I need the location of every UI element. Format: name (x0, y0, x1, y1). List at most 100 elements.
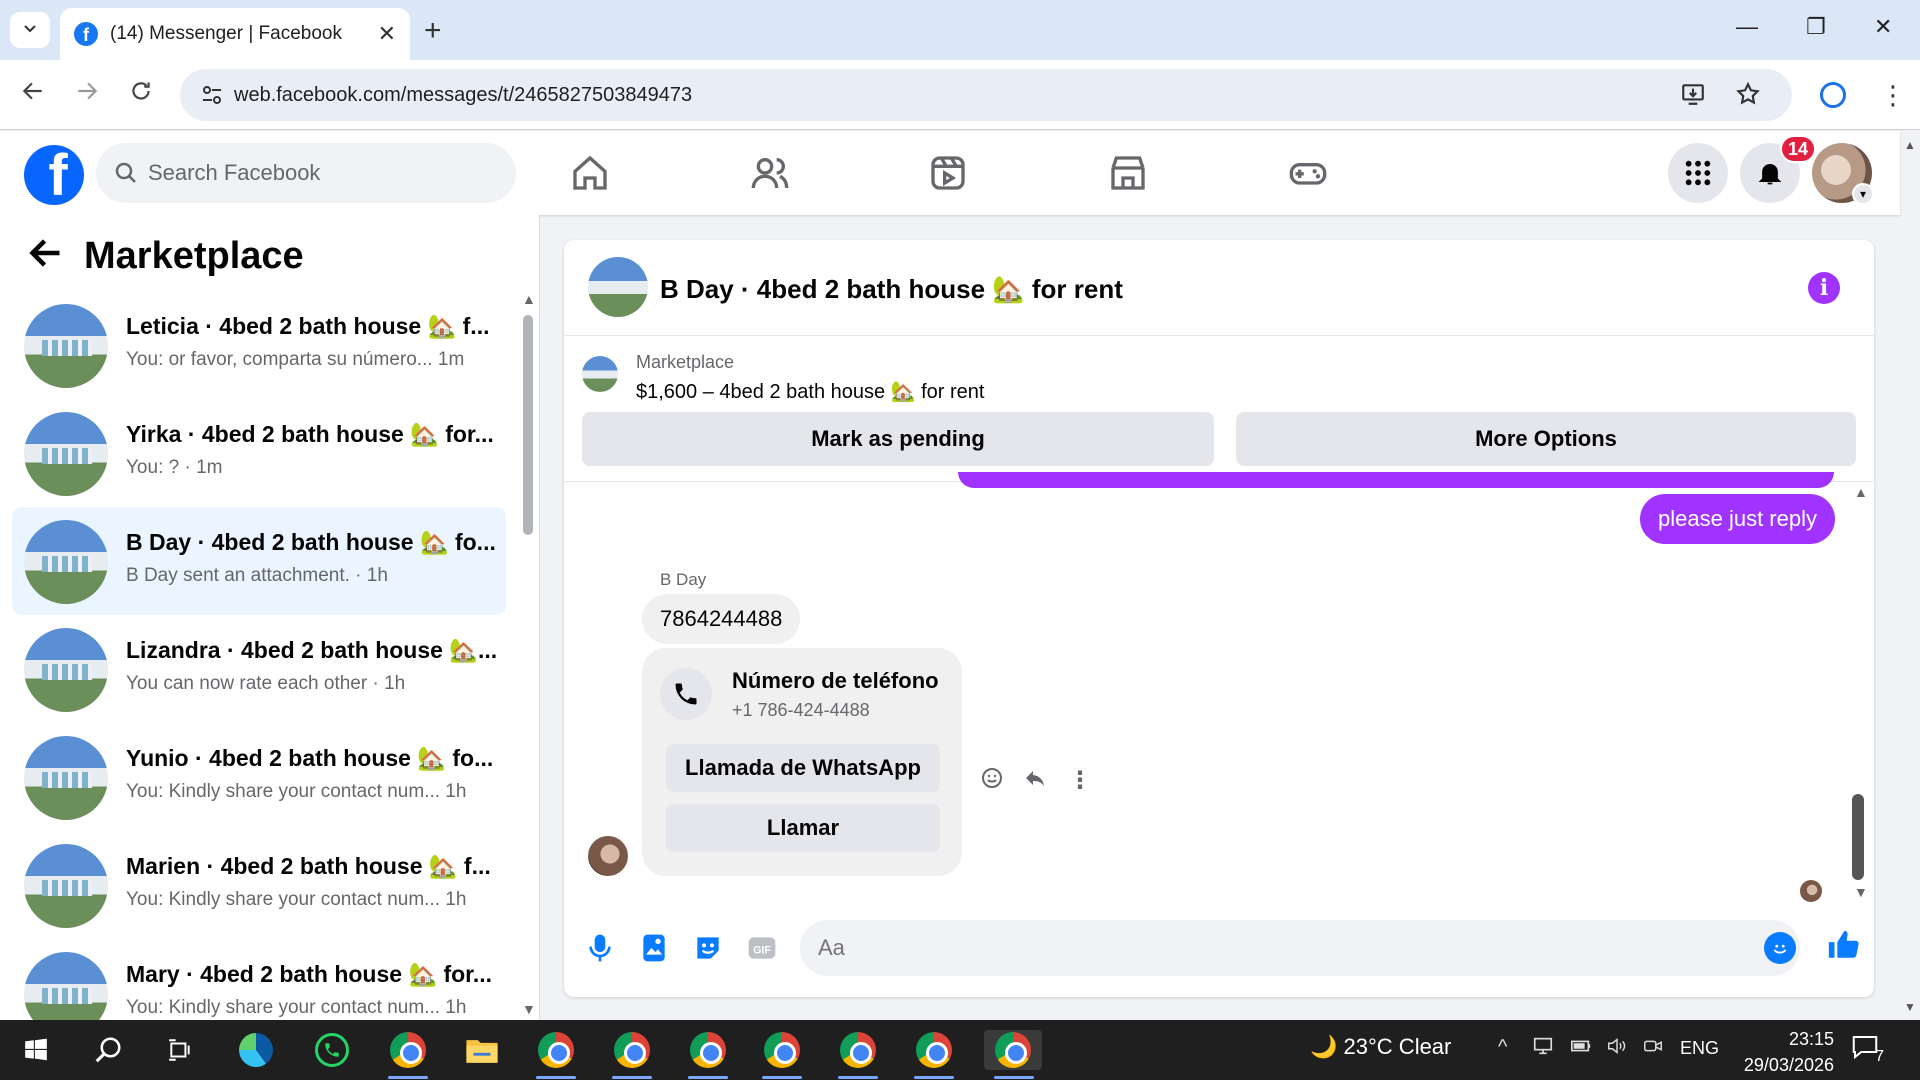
sender-avatar[interactable] (588, 836, 628, 876)
chrome-app[interactable] (688, 1030, 728, 1070)
address-bar[interactable]: web.facebook.com/messages/t/246582750384… (180, 69, 1792, 121)
conversation-item[interactable]: Lizandra · 4bed 2 bath house 🏡... You ca… (12, 615, 506, 723)
conversation-name: B Day · 4bed 2 bath house 🏡 fo... (126, 529, 496, 555)
facebook-logo[interactable]: f (24, 145, 84, 205)
listing-thumbnail (24, 736, 108, 820)
chrome-app[interactable] (536, 1030, 576, 1070)
restore-button[interactable]: ❐ (1806, 14, 1826, 40)
message-scrollbar[interactable] (1852, 794, 1864, 880)
emoji-icon[interactable] (1764, 932, 1796, 964)
sender-name: B Day (660, 570, 707, 589)
listing-thumbnail[interactable] (582, 356, 618, 392)
chat-panel: B Day · 4bed 2 bath house 🏡 for rent i M… (564, 240, 1874, 997)
close-window-button[interactable]: ✕ (1874, 14, 1892, 40)
home-icon[interactable] (570, 153, 610, 193)
edge-app[interactable] (236, 1030, 276, 1070)
listing-thumbnail (24, 412, 108, 496)
install-app-icon[interactable] (1680, 81, 1706, 114)
conversation-item[interactable]: Yunio · 4bed 2 bath house 🏡 fo... You: K… (12, 723, 506, 831)
new-tab-button[interactable]: + (424, 14, 442, 48)
browser-profile-icon[interactable] (1820, 82, 1846, 108)
scroll-up-arrow[interactable]: ▲ (1854, 484, 1868, 500)
chevron-up-icon[interactable]: ^ (1498, 1036, 1507, 1059)
weather-widget[interactable]: 🌙 23°C Clear (1310, 1034, 1451, 1060)
conversation-item-active[interactable]: B Day · 4bed 2 bath house 🏡 fo... B Day … (12, 507, 506, 615)
chrome-app[interactable] (612, 1030, 652, 1070)
conversation-item[interactable]: Yirka · 4bed 2 bath house 🏡 for... You: … (12, 399, 506, 507)
volume-icon[interactable] (1606, 1036, 1628, 1062)
reload-button[interactable] (128, 78, 154, 111)
search-icon (115, 162, 136, 183)
listing-thumbnail (24, 520, 108, 604)
page-scroll-down-arrow[interactable]: ▼ (1904, 1000, 1916, 1014)
forward-button[interactable] (74, 78, 100, 111)
scroll-down-arrow[interactable]: ▼ (1854, 884, 1868, 900)
search-button[interactable] (88, 1030, 128, 1070)
marketplace-icon[interactable] (1108, 153, 1148, 193)
conversation-item[interactable]: Leticia · 4bed 2 bath house 🏡 f... You: … (12, 291, 506, 399)
message-input[interactable] (800, 920, 1800, 976)
chevron-down-icon[interactable]: ▾ (1852, 183, 1874, 205)
chrome-app[interactable] (762, 1030, 802, 1070)
whatsapp-app[interactable] (312, 1030, 352, 1070)
chrome-app[interactable] (388, 1030, 428, 1070)
language-indicator[interactable]: ENG (1680, 1038, 1719, 1059)
site-info-icon[interactable] (200, 83, 224, 107)
gaming-icon[interactable] (1288, 153, 1328, 193)
gif-icon[interactable]: GIF (746, 932, 778, 964)
microphone-icon[interactable] (584, 932, 616, 964)
sidebar-title: Marketplace (84, 235, 304, 277)
notification-center[interactable]: 7 (1850, 1032, 1884, 1066)
bookmark-star-icon[interactable] (1735, 81, 1761, 114)
meet-now-icon[interactable] (1642, 1036, 1664, 1062)
chrome-app[interactable] (914, 1030, 954, 1070)
thumbs-up-icon[interactable] (1826, 928, 1860, 971)
conversation-item[interactable]: Marien · 4bed 2 bath house 🏡 f... You: K… (12, 831, 506, 939)
minimize-button[interactable]: — (1736, 14, 1758, 40)
task-view-button[interactable] (160, 1030, 200, 1070)
file-explorer-app[interactable] (462, 1030, 502, 1070)
friends-icon[interactable] (750, 153, 790, 193)
start-button[interactable] (16, 1030, 56, 1070)
photo-icon[interactable] (638, 932, 670, 964)
browser-menu-icon[interactable]: ⋮ (1880, 80, 1906, 111)
listing-title[interactable]: $1,600 – 4bed 2 bath house 🏡 for rent (636, 379, 985, 404)
facebook-search[interactable]: Search Facebook (96, 143, 516, 203)
chat-title[interactable]: B Day · 4bed 2 bath house 🏡 for rent (660, 274, 1123, 305)
back-button[interactable] (20, 78, 46, 111)
running-indicator (838, 1076, 878, 1079)
incoming-message[interactable]: 7864244488 (642, 594, 801, 644)
whatsapp-call-button[interactable]: Llamada de WhatsApp (666, 744, 940, 792)
chrome-icon (764, 1032, 800, 1068)
sticker-icon[interactable] (692, 932, 724, 964)
chrome-app-active[interactable] (984, 1030, 1042, 1070)
facebook-header: f Search Facebook 14 ▾ (0, 131, 1900, 215)
mark-as-pending-button[interactable]: Mark as pending (582, 412, 1214, 466)
chrome-icon (538, 1032, 574, 1068)
conversation-item[interactable]: Mary · 4bed 2 bath house 🏡 for... You: K… (12, 939, 506, 1020)
network-icon[interactable] (1532, 1036, 1554, 1062)
more-actions-icon[interactable]: ⋮ (1068, 766, 1092, 795)
scroll-up-arrow[interactable]: ▲ (522, 291, 536, 307)
info-icon[interactable]: i (1808, 272, 1840, 304)
sidebar-scrollbar[interactable] (523, 315, 533, 535)
outgoing-message[interactable]: please just reply (1640, 494, 1835, 544)
battery-icon[interactable] (1570, 1036, 1592, 1062)
back-arrow-icon[interactable] (28, 235, 64, 281)
react-icon[interactable] (980, 766, 1004, 797)
more-options-button[interactable]: More Options (1236, 412, 1856, 466)
tab-close-icon[interactable]: ✕ (378, 21, 396, 47)
tab-search-button[interactable] (10, 12, 50, 48)
conversation-preview: You: or favor, comparta su número... 1m (126, 349, 465, 370)
scroll-down-arrow[interactable]: ▼ (522, 1001, 536, 1017)
reply-icon[interactable] (1022, 766, 1048, 797)
call-button[interactable]: Llamar (666, 804, 940, 852)
search-placeholder: Search Facebook (148, 160, 321, 185)
page-scroll-up-arrow[interactable]: ▲ (1904, 138, 1916, 152)
browser-tab-messenger[interactable]: f (14) Messenger | Facebook ✕ (60, 8, 410, 60)
clock[interactable]: 23:15 29/03/2026 (1734, 1026, 1834, 1078)
menu-button[interactable] (1668, 143, 1728, 203)
chat-avatar[interactable] (588, 257, 648, 317)
chrome-app[interactable] (838, 1030, 878, 1070)
video-icon[interactable] (928, 153, 968, 193)
